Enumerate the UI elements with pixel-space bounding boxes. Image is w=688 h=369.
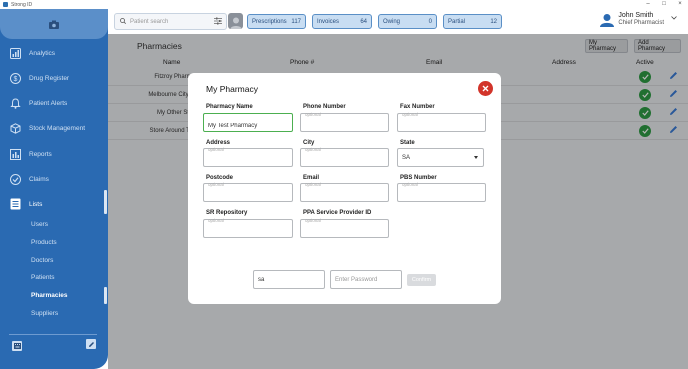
invoices-count: 64 <box>360 18 367 25</box>
analytics-icon <box>9 47 21 59</box>
ppa-label: PPA Service Provider ID <box>303 210 372 216</box>
user-name: John Smith <box>618 12 654 19</box>
fax-hint: optional <box>402 112 418 117</box>
address-label: Address <box>206 140 231 146</box>
sidebar-item-label: Reports <box>29 150 52 158</box>
partial-label: Partial <box>448 18 466 25</box>
sidebar-item-claims[interactable]: Claims <box>9 173 49 185</box>
pharmacies-indicator <box>104 287 107 304</box>
postcode-hint: optional <box>208 182 224 187</box>
close-window-icon[interactable]: × <box>672 0 688 9</box>
keyboard-icon[interactable] <box>12 341 22 351</box>
email-hint: optional <box>305 182 321 187</box>
prescriptions-label: Prescriptions <box>252 18 287 25</box>
sidebar-item-label: Claims <box>29 175 49 183</box>
filter-icon[interactable] <box>214 17 222 27</box>
check-circle-icon <box>9 173 21 185</box>
sidebar-subitem-pharmacies[interactable]: Pharmacies <box>31 292 68 299</box>
sidebar-subitem-patients[interactable]: Patients <box>31 274 55 281</box>
sidebar-subitem-products[interactable]: Products <box>31 239 57 246</box>
partial-count: 12 <box>490 18 497 25</box>
state-value: SA <box>402 154 411 161</box>
sidebar-item-patient-alerts[interactable]: Patient Alerts <box>9 97 67 109</box>
camera-icon <box>49 20 59 29</box>
bar-chart-icon <box>9 148 21 160</box>
close-icon <box>482 85 489 92</box>
app-icon <box>3 2 8 7</box>
sidebar-item-drug-register[interactable]: $ Drug Register <box>9 72 69 84</box>
person-icon <box>230 17 241 29</box>
close-dialog-button[interactable] <box>478 81 493 96</box>
sidebar-item-label: Drug Register <box>29 74 70 82</box>
user-icon <box>600 13 615 27</box>
chevron-down-icon[interactable] <box>671 15 677 20</box>
fax-label: Fax Number <box>400 104 435 110</box>
svg-text:$: $ <box>13 76 17 83</box>
box-icon <box>9 122 21 134</box>
city-label: City <box>303 140 315 146</box>
password-input[interactable]: Enter Password <box>330 270 402 289</box>
invoices-button[interactable]: Invoices 64 <box>312 14 372 29</box>
sidebar-subitem-suppliers[interactable]: Suppliers <box>31 310 58 317</box>
partial-button[interactable]: Partial 12 <box>443 14 502 29</box>
sidebar-subitem-doctors[interactable]: Doctors <box>31 257 53 264</box>
sidebar-item-lists[interactable]: Lists <box>9 198 42 210</box>
search-icon <box>120 17 126 26</box>
postcode-label: Postcode <box>206 175 234 181</box>
user-role: Chief Pharmacist <box>618 20 664 26</box>
phone-label: Phone Number <box>303 104 346 110</box>
confirm-button[interactable]: Confirm <box>407 274 436 286</box>
ppa-hint: optional <box>305 218 321 223</box>
sidebar-subitem-users[interactable]: Users <box>31 221 48 228</box>
minimize-icon[interactable]: – <box>640 0 656 9</box>
pbs-hint: optional <box>402 182 418 187</box>
patient-search[interactable]: Patient search <box>114 13 227 30</box>
sidebar-logo[interactable] <box>0 9 108 39</box>
owing-count: 0 <box>428 18 432 25</box>
sidebar-item-stock-management[interactable]: Stock Management <box>9 122 85 134</box>
pencil-icon[interactable] <box>86 339 96 349</box>
pharmacy-name-label: Pharmacy Name <box>206 104 253 110</box>
sidebar-item-reports[interactable]: Reports <box>9 148 52 160</box>
owing-button[interactable]: Owing 0 <box>378 14 437 29</box>
sr-repository-label: SR Repository <box>206 210 248 216</box>
pbs-label: PBS Number <box>400 175 437 181</box>
sidebar: Analytics $ Drug Register Patient Alerts… <box>0 9 108 369</box>
bell-icon <box>9 97 21 109</box>
sr-repository-hint: optional <box>208 218 224 223</box>
patient-avatar-button[interactable] <box>228 13 243 29</box>
maximize-icon[interactable]: □ <box>656 0 672 9</box>
phone-hint: optional <box>305 112 321 117</box>
topbar: Patient search Prescriptions 117 Invoices… <box>108 9 688 34</box>
sidebar-item-label: Lists <box>29 200 43 208</box>
window-titlebar: Strong ID – □ × <box>0 0 688 9</box>
email-label: Email <box>303 175 320 181</box>
sidebar-item-label: Analytics <box>29 49 56 57</box>
user-menu[interactable]: John Smith Chief Pharmacist <box>600 12 677 27</box>
prescriptions-count: 117 <box>291 18 301 25</box>
search-input[interactable]: Patient search <box>130 19 168 25</box>
drug-register-icon: $ <box>9 72 21 84</box>
state-label: State <box>400 140 415 146</box>
pharmacy-name-input[interactable] <box>203 113 293 132</box>
caret-down-icon <box>474 156 478 159</box>
window-title: Strong ID <box>11 1 33 8</box>
sidebar-item-analytics[interactable]: Analytics <box>9 47 55 59</box>
state-select[interactable]: SA <box>397 148 484 167</box>
sidebar-item-label: Stock Management <box>29 124 86 132</box>
prescriptions-button[interactable]: Prescriptions 117 <box>247 14 306 29</box>
username-input[interactable]: sa <box>253 270 325 289</box>
address-hint: optional <box>208 147 224 152</box>
invoices-label: Invoices <box>317 18 340 25</box>
owing-label: Owing <box>383 18 401 25</box>
city-hint: optional <box>305 147 321 152</box>
sidebar-divider <box>9 334 97 335</box>
lists-indicator <box>104 190 107 214</box>
list-icon <box>9 198 21 210</box>
sidebar-item-label: Patient Alerts <box>29 99 68 107</box>
dialog-title: My Pharmacy <box>206 84 258 94</box>
